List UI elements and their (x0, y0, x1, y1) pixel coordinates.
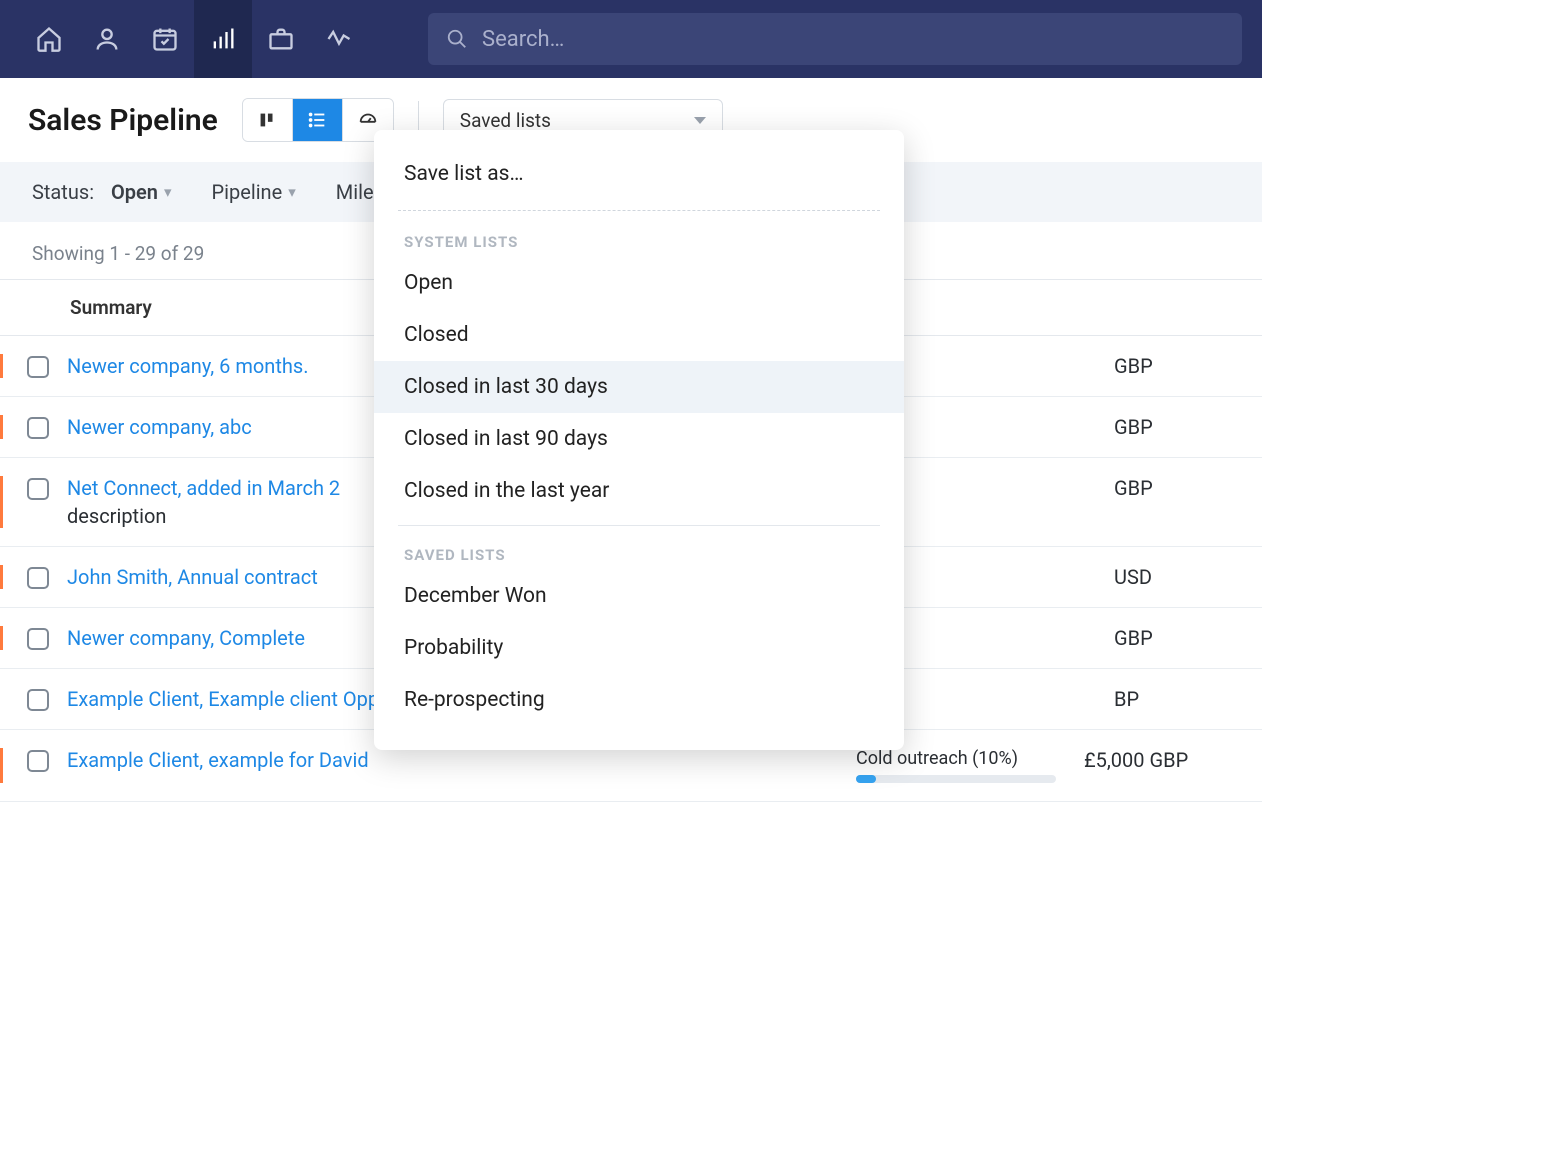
calendar-icon[interactable] (136, 0, 194, 78)
nav-icon-group (20, 0, 368, 78)
filter-status[interactable]: Status: Open ▾ (32, 180, 172, 204)
row-checkbox[interactable] (27, 356, 49, 378)
home-icon[interactable] (20, 0, 78, 78)
row-accent (0, 687, 3, 711)
row-link[interactable]: Newer company, Complete (67, 626, 305, 650)
row-checkbox[interactable] (27, 478, 49, 500)
dropdown-item-closed[interactable]: Closed (374, 309, 904, 361)
board-view-button[interactable] (243, 99, 293, 141)
activity-icon[interactable] (310, 0, 368, 78)
person-icon[interactable] (78, 0, 136, 78)
chevron-down-icon: ▾ (164, 183, 172, 201)
dropdown-item-closed-30[interactable]: Closed in last 30 days (374, 361, 904, 413)
pipeline-icon[interactable] (194, 0, 252, 78)
row-accent (0, 565, 3, 589)
row-currency: BP (1114, 687, 1234, 711)
dropdown-save-as[interactable]: Save list as… (374, 148, 904, 200)
row-checkbox[interactable] (27, 417, 49, 439)
dropdown-section-system: SYSTEM LISTS (374, 221, 904, 257)
row-link[interactable]: Example Client, Example client Opp 20 (67, 687, 407, 711)
row-accent (0, 354, 3, 378)
list-view-button[interactable] (293, 99, 343, 141)
chevron-down-icon (694, 117, 706, 124)
row-currency: GBP (1114, 476, 1234, 500)
row-currency: USD (1114, 565, 1234, 589)
top-nav: Search… (0, 0, 1262, 78)
dropdown-item-closed-year[interactable]: Closed in the last year (374, 465, 904, 517)
dropdown-item-closed-90[interactable]: Closed in last 90 days (374, 413, 904, 465)
row-checkbox[interactable] (27, 628, 49, 650)
row-currency: GBP (1114, 626, 1234, 650)
row-currency: GBP (1114, 415, 1234, 439)
saved-lists-dropdown: Save list as… SYSTEM LISTS Open Closed C… (374, 130, 904, 750)
row-accent (0, 415, 3, 439)
row-accent (0, 476, 3, 528)
filter-pipeline[interactable]: Pipeline ▾ (212, 180, 296, 204)
row-value: £5,000 GBP (1084, 748, 1234, 772)
row-accent (0, 626, 3, 650)
row-checkbox[interactable] (27, 689, 49, 711)
search-icon (446, 28, 468, 50)
chevron-down-icon: ▾ (288, 183, 296, 201)
view-toggle (242, 98, 394, 142)
row-link[interactable]: John Smith, Annual contract (67, 565, 318, 589)
dropdown-item-open[interactable]: Open (374, 257, 904, 309)
search-placeholder: Search… (482, 27, 564, 52)
saved-lists-label: Saved lists (460, 109, 551, 132)
cases-icon[interactable] (252, 0, 310, 78)
row-accent (0, 748, 3, 783)
row-link[interactable]: Newer company, 6 months. (67, 354, 308, 378)
row-currency: GBP (1114, 354, 1234, 378)
dropdown-item-december-won[interactable]: December Won (374, 570, 904, 622)
row-link[interactable]: Newer company, abc (67, 415, 252, 439)
row-checkbox[interactable] (27, 750, 49, 772)
divider (398, 525, 880, 526)
row-checkbox[interactable] (27, 567, 49, 589)
divider (398, 210, 880, 211)
dropdown-item-reprospecting[interactable]: Re-prospecting (374, 674, 904, 726)
row-link[interactable]: Net Connect, added in March 2 (67, 476, 340, 500)
dropdown-item-probability[interactable]: Probability (374, 622, 904, 674)
progress-bar (856, 775, 1056, 783)
dropdown-section-saved: SAVED LISTS (374, 534, 904, 570)
row-stage: Cold outreach (10%) (856, 748, 1066, 783)
row-link[interactable]: Example Client, example for David (67, 748, 369, 772)
page-title: Sales Pipeline (28, 103, 218, 138)
search-input[interactable]: Search… (428, 13, 1242, 65)
